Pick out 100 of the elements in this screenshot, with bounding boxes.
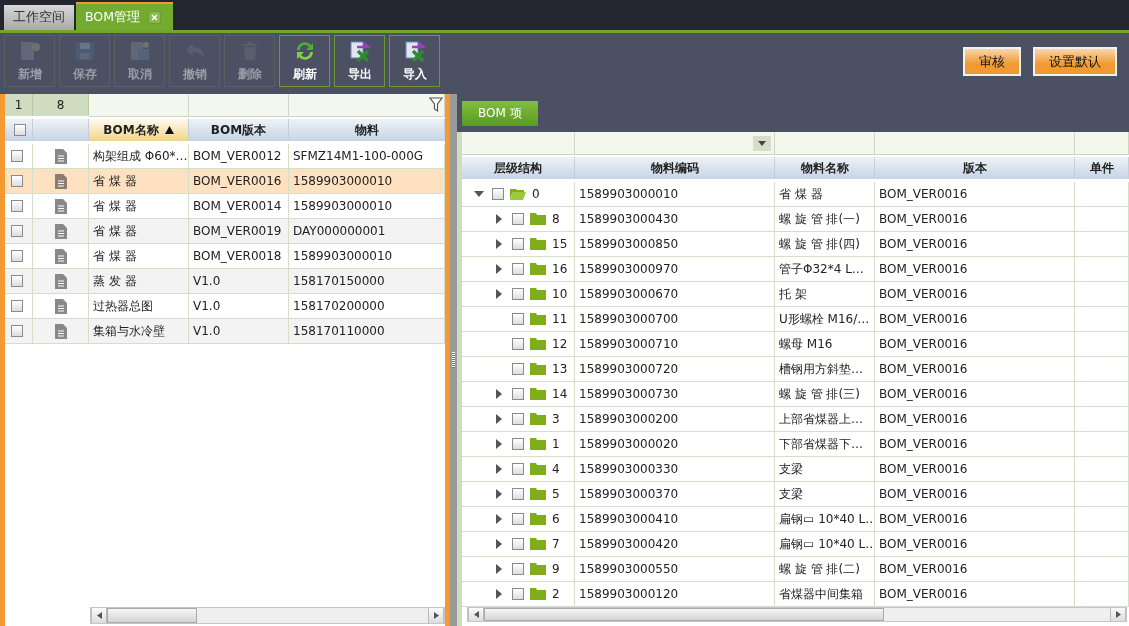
table-cell: V1.0 <box>189 319 289 344</box>
checkbox[interactable] <box>11 325 23 337</box>
close-icon[interactable] <box>148 10 161 24</box>
toolbar-button[interactable]: 刷新 <box>279 35 330 87</box>
folder-icon <box>530 388 546 400</box>
document-icon <box>54 298 67 314</box>
expand-arrow-icon[interactable] <box>494 264 504 274</box>
table-cell: 1589903000200 <box>575 407 775 432</box>
checkbox[interactable] <box>512 238 524 250</box>
horizontal-scrollbar[interactable] <box>90 607 445 624</box>
folder-icon <box>530 438 546 450</box>
checkbox[interactable] <box>11 175 23 187</box>
expand-arrow-icon[interactable] <box>494 464 504 474</box>
checkbox[interactable] <box>512 488 524 500</box>
table-cell: BOM_VER0019 <box>189 219 289 244</box>
filter-cell[interactable] <box>1075 132 1129 155</box>
expand-arrow-icon[interactable] <box>494 289 504 299</box>
expand-arrow-icon[interactable] <box>494 589 504 599</box>
table-cell <box>1075 282 1129 307</box>
action-button[interactable]: 设置默认 <box>1033 47 1117 76</box>
column-header[interactable]: BOM版本 <box>189 119 289 141</box>
filter-icon[interactable] <box>429 97 443 113</box>
checkbox[interactable] <box>512 263 524 275</box>
checkbox[interactable] <box>512 288 524 300</box>
checkbox[interactable] <box>512 588 524 600</box>
checkbox[interactable] <box>13 124 26 136</box>
expand-arrow-icon[interactable] <box>494 389 504 399</box>
scroll-right-icon[interactable] <box>433 612 439 619</box>
table-cell <box>1075 207 1129 232</box>
column-header[interactable]: BOM名称 <box>89 119 189 141</box>
sort-ascending-icon <box>164 126 174 134</box>
checkbox[interactable] <box>512 213 524 225</box>
tab[interactable]: 工作空间 <box>4 5 74 30</box>
toolbar-button[interactable]: 导出 <box>334 35 385 87</box>
table-cell <box>1075 457 1129 482</box>
checkbox[interactable] <box>11 300 23 312</box>
checkbox[interactable] <box>11 275 23 287</box>
checkbox[interactable] <box>512 363 524 375</box>
table-cell: 1589903000700 <box>575 307 775 332</box>
table-cell: 1589903000730 <box>575 382 775 407</box>
table-cell: BOM_VER0016 <box>875 507 1075 532</box>
level-number: 9 <box>552 562 560 576</box>
table-cell: 1589903000020 <box>575 432 775 457</box>
level-number: 2 <box>552 587 560 601</box>
level-number: 5 <box>552 487 560 501</box>
filter-cell[interactable] <box>289 94 445 117</box>
table-cell: U形螺栓 M16/… <box>775 307 875 332</box>
expand-arrow-icon[interactable] <box>494 489 504 499</box>
checkbox[interactable] <box>11 250 23 262</box>
checkbox[interactable] <box>512 388 524 400</box>
expand-arrow-icon[interactable] <box>494 514 504 524</box>
table-cell: 省煤器中间集箱 <box>775 582 875 607</box>
expand-arrow-icon[interactable] <box>494 414 504 424</box>
filter-cell[interactable] <box>775 132 875 155</box>
checkbox[interactable] <box>11 225 23 237</box>
toolbar-button[interactable]: 导入 <box>389 35 440 87</box>
table-cell: 1589903000370 <box>575 482 775 507</box>
expand-arrow-icon[interactable] <box>494 239 504 249</box>
collapse-arrow-icon[interactable] <box>474 189 484 199</box>
checkbox[interactable] <box>512 538 524 550</box>
checkbox[interactable] <box>11 200 23 212</box>
expand-arrow-icon[interactable] <box>494 564 504 574</box>
column-header[interactable]: 层级结构 <box>462 157 575 179</box>
checkbox[interactable] <box>512 513 524 525</box>
splitter-handle[interactable] <box>450 94 457 626</box>
scroll-right-icon[interactable] <box>1115 611 1121 618</box>
column-header[interactable]: 单件 <box>1075 157 1129 179</box>
checkbox[interactable] <box>512 438 524 450</box>
filter-cell[interactable] <box>189 94 289 117</box>
expand-arrow-icon[interactable] <box>494 539 504 549</box>
checkbox[interactable] <box>512 338 524 350</box>
checkbox[interactable] <box>512 313 524 325</box>
checkbox[interactable] <box>512 413 524 425</box>
folder-icon <box>530 213 546 225</box>
scroll-left-icon[interactable] <box>473 611 479 618</box>
folder-icon <box>530 363 546 375</box>
table-cell: BOM_VER0014 <box>189 194 289 219</box>
checkbox[interactable] <box>512 563 524 575</box>
checkbox[interactable] <box>11 150 23 162</box>
filter-cell[interactable] <box>462 132 575 155</box>
column-header[interactable]: 版本 <box>875 157 1075 179</box>
pager-cell: 1 <box>5 94 33 116</box>
action-button[interactable]: 审核 <box>963 47 1021 76</box>
filter-cell[interactable] <box>875 132 1075 155</box>
expand-arrow-icon[interactable] <box>494 214 504 224</box>
checkbox[interactable] <box>492 188 504 200</box>
scroll-left-icon[interactable] <box>96 612 102 619</box>
level-number: 1 <box>552 437 560 451</box>
horizontal-scrollbar[interactable] <box>467 607 1127 622</box>
column-header[interactable]: 物料 <box>289 119 445 141</box>
column-header[interactable]: 物料名称 <box>775 157 875 179</box>
table-cell: 托 架 <box>775 282 875 307</box>
filter-cell[interactable] <box>89 94 189 117</box>
table-cell: 1589903000970 <box>575 257 775 282</box>
checkbox[interactable] <box>512 463 524 475</box>
expand-arrow-icon[interactable] <box>494 439 504 449</box>
table-cell: 槽钢用方斜垫… <box>775 357 875 382</box>
table-cell: 省 煤 器 <box>775 182 875 207</box>
column-header[interactable]: 物料编码 <box>575 157 775 179</box>
table-cell: BOM_VER0016 <box>875 532 1075 557</box>
